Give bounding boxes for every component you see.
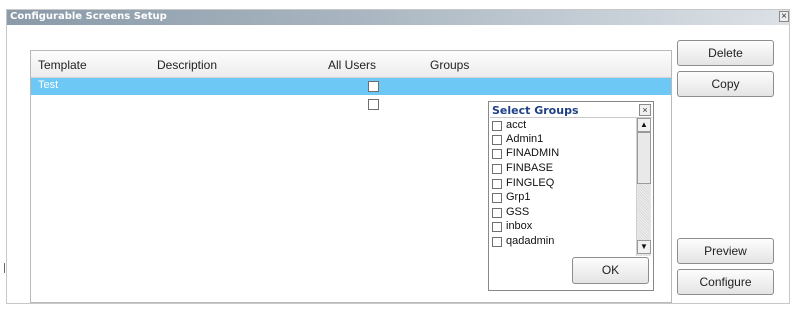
configurable-screens-setup-window: Configurable Screens Setup Template Desc… xyxy=(6,9,790,304)
group-label: FINADMIN xyxy=(506,147,560,159)
group-label: GSS xyxy=(506,206,530,218)
table-row[interactable]: Test xyxy=(31,78,671,95)
select-groups-popup: Select Groups × acct Admin1 FINADMIN FIN… xyxy=(488,101,654,291)
column-header-description[interactable]: Description xyxy=(157,58,217,72)
group-checkbox[interactable] xyxy=(492,135,502,145)
group-checkbox[interactable] xyxy=(492,179,502,189)
column-header-all-users[interactable]: All Users xyxy=(328,58,376,72)
scroll-up-icon[interactable]: ▲ xyxy=(637,118,651,132)
group-checkbox[interactable] xyxy=(492,193,502,203)
group-checkbox[interactable] xyxy=(492,208,502,218)
vertical-scrollbar[interactable]: ▲ ▼ xyxy=(636,118,651,256)
group-checkbox[interactable] xyxy=(492,121,502,131)
ok-button[interactable]: OK xyxy=(572,257,649,284)
scroll-down-icon[interactable]: ▼ xyxy=(637,240,651,254)
grid-header: Template Description All Users Groups xyxy=(31,51,671,78)
edge-mark xyxy=(4,263,5,273)
group-label: qadadmin xyxy=(506,235,555,247)
group-checkbox[interactable] xyxy=(492,164,502,174)
window-title: Configurable Screens Setup xyxy=(10,11,167,22)
column-header-template[interactable]: Template xyxy=(38,58,87,72)
scrollbar-thumb[interactable] xyxy=(637,132,651,184)
title-bar[interactable]: Configurable Screens Setup xyxy=(7,10,789,25)
popup-title: Select Groups xyxy=(492,104,579,117)
group-label: Grp1 xyxy=(506,191,531,203)
group-label: FINBASE xyxy=(506,162,554,174)
close-icon[interactable]: × xyxy=(639,104,651,116)
cell-template: Test xyxy=(38,79,59,91)
group-checkbox[interactable] xyxy=(492,222,502,232)
group-label: acct xyxy=(506,119,527,131)
group-checkbox[interactable] xyxy=(492,149,502,159)
group-checkbox[interactable] xyxy=(492,237,502,247)
delete-button[interactable]: Delete xyxy=(677,40,774,66)
group-label: Admin1 xyxy=(506,133,544,145)
all-users-checkbox[interactable] xyxy=(368,81,379,92)
divider xyxy=(490,117,652,118)
preview-button[interactable]: Preview xyxy=(677,238,774,264)
configure-button[interactable]: Configure xyxy=(677,269,774,295)
close-icon[interactable]: × xyxy=(779,11,789,22)
group-label: inbox xyxy=(506,220,533,232)
all-users-checkbox[interactable] xyxy=(368,99,379,110)
group-label: FINGLEQ xyxy=(506,177,555,189)
column-header-groups[interactable]: Groups xyxy=(430,58,469,72)
copy-button[interactable]: Copy xyxy=(677,71,774,97)
